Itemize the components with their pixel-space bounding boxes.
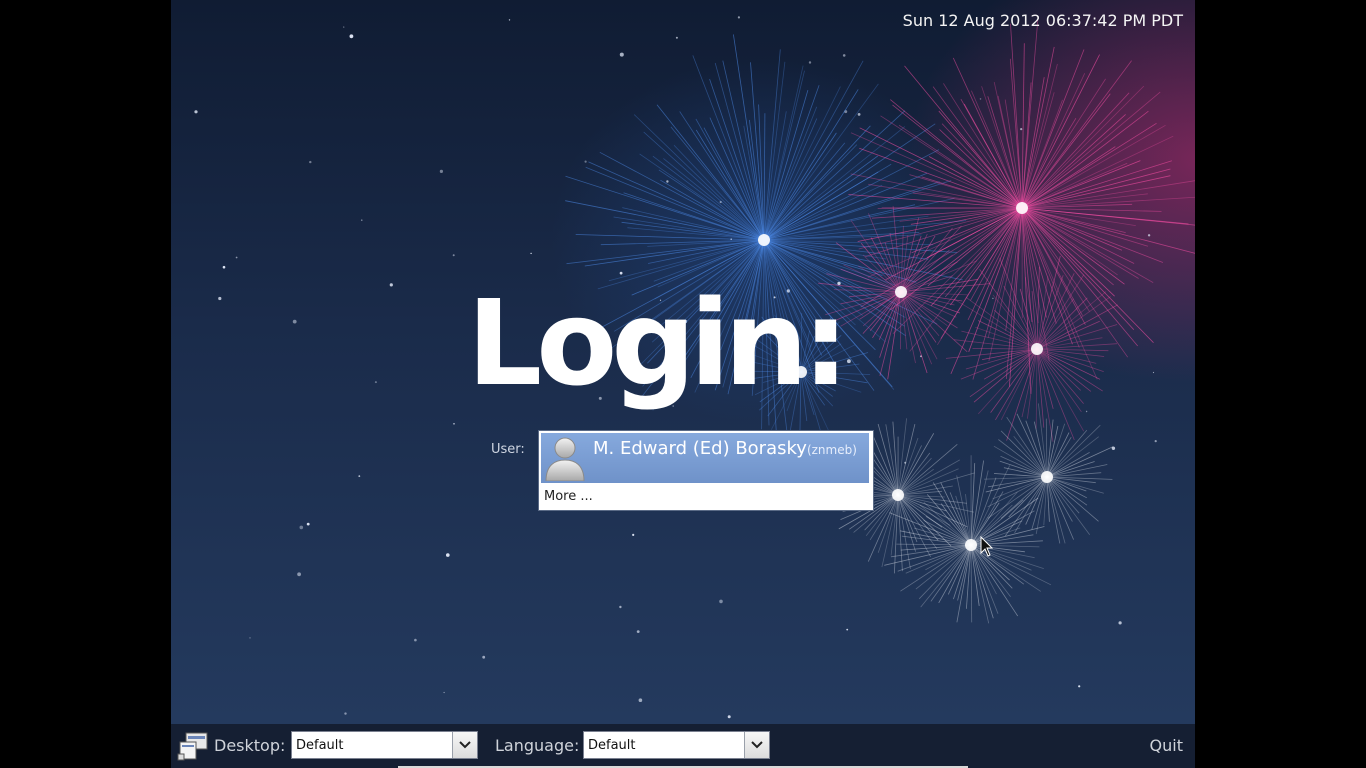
user-display-name: M. Edward (Ed) Borasky(znmeb) [593, 438, 857, 459]
star [349, 34, 354, 39]
star [842, 54, 846, 57]
user-full-name: M. Edward (Ed) Borasky [593, 438, 807, 459]
star [297, 572, 301, 577]
star [222, 265, 226, 269]
star [1118, 621, 1122, 625]
star [619, 605, 622, 609]
star [530, 252, 532, 255]
star [218, 296, 222, 301]
star [632, 533, 635, 537]
user-silhouette-icon [545, 437, 585, 481]
star [309, 160, 312, 164]
language-select-value: Default [588, 738, 636, 753]
star [446, 553, 450, 557]
star [299, 525, 304, 530]
star [194, 110, 198, 114]
star [453, 423, 455, 425]
star [292, 319, 297, 324]
star [249, 637, 251, 639]
desktop-select[interactable]: Default [291, 731, 478, 759]
star [443, 691, 445, 694]
bottom-bar: Desktop: Default Language: Default Quit [171, 724, 1195, 768]
star [638, 698, 643, 702]
star [361, 219, 363, 221]
user-list: M. Edward (Ed) Borasky(znmeb) More ... [538, 430, 874, 511]
star [857, 113, 861, 116]
star [719, 599, 723, 604]
star [482, 655, 486, 659]
clock: Sun 12 Aug 2012 06:37:42 PM PDT [902, 11, 1183, 30]
star [1152, 371, 1155, 374]
language-label: Language: [495, 736, 580, 755]
star [374, 381, 377, 384]
desktop-select-value: Default [296, 738, 344, 753]
star [636, 630, 640, 633]
star [358, 475, 361, 477]
star [1020, 128, 1023, 131]
star [847, 359, 851, 364]
chevron-down-icon [751, 741, 763, 749]
mouse-pointer-icon [980, 536, 994, 557]
star [414, 638, 417, 642]
desktop-dropdown-button[interactable] [452, 732, 477, 758]
star [344, 712, 347, 715]
user-list-item-znmeb[interactable]: M. Edward (Ed) Borasky(znmeb) [541, 433, 869, 483]
star [737, 16, 741, 19]
login-screen: Sun 12 Aug 2012 06:37:42 PM PDT Login: U… [171, 0, 1195, 724]
quit-button[interactable]: Quit [1150, 736, 1183, 755]
star [992, 297, 994, 300]
star [1078, 685, 1081, 688]
star [979, 98, 982, 100]
star [727, 715, 731, 719]
star [1085, 410, 1088, 413]
page-title: Login: [467, 274, 849, 412]
user-label: User: [491, 442, 525, 457]
chevron-down-icon [459, 741, 471, 749]
star [235, 256, 238, 259]
star [306, 522, 310, 526]
star [584, 160, 587, 163]
star [389, 283, 393, 287]
star [439, 169, 443, 173]
star [343, 26, 345, 28]
star [675, 36, 678, 39]
star [452, 254, 455, 257]
star [846, 628, 849, 631]
star [666, 180, 669, 183]
star [808, 61, 812, 64]
more-users-link[interactable]: More ... [544, 489, 593, 504]
star [1147, 234, 1151, 237]
star [1154, 440, 1157, 443]
language-dropdown-button[interactable] [744, 732, 769, 758]
language-select[interactable]: Default [583, 731, 770, 759]
user-username: (znmeb) [806, 443, 857, 457]
star [508, 19, 511, 21]
desktop-label: Desktop: [214, 736, 286, 755]
star [619, 52, 624, 57]
session-icon[interactable] [177, 730, 209, 762]
